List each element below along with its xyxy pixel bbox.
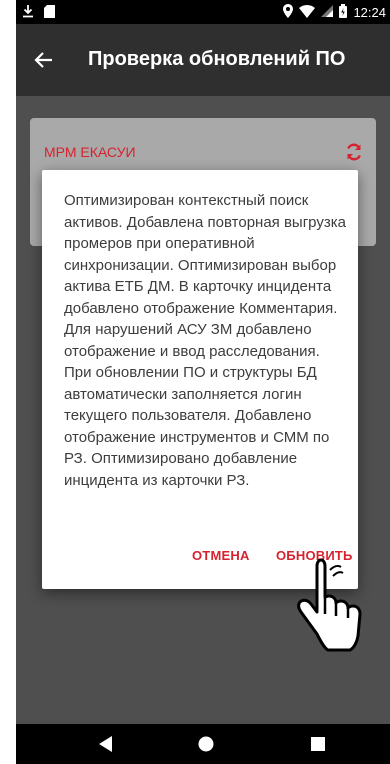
status-bar: 12:24 [16,0,390,24]
page-title: Проверка обновлений ПО [88,48,346,70]
nav-back-icon[interactable] [96,734,116,754]
status-time: 12:24 [353,5,386,20]
arrow-back-icon[interactable] [30,46,58,74]
app-bar: Проверка обновлений ПО [16,24,390,96]
status-right: 12:24 [283,4,386,21]
location-icon [283,4,294,21]
sync-icon[interactable] [344,142,364,162]
nav-home-icon[interactable] [196,734,216,754]
nav-recents-icon[interactable] [308,734,328,754]
sd-card-icon [44,4,55,21]
card-title: МРМ ЕКАСУИ [44,144,136,160]
download-icon [22,4,34,21]
wifi-icon [299,4,316,21]
update-dialog: Оптимизирован контекстный поиск активов.… [42,170,358,589]
status-left [22,4,55,21]
cancel-button[interactable]: ОТМЕНА [192,548,250,563]
battery-icon [339,4,348,21]
device-screen: 12:24 Проверка обновлений ПО МРМ ЕКАСУИ … [16,0,390,764]
dialog-message: Оптимизирован контекстный поиск активов.… [64,192,346,489]
signal-icon [321,5,334,20]
system-nav-bar [16,724,390,764]
pointing-hand-icon [294,558,364,654]
